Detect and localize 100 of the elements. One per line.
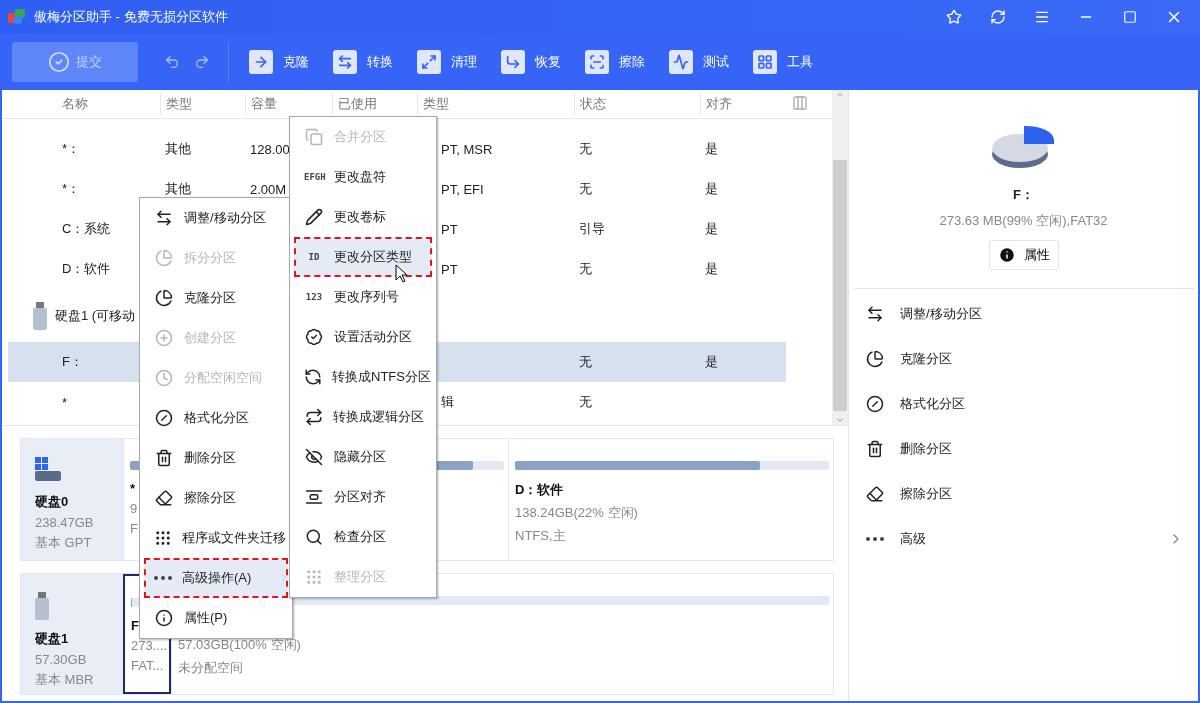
- column-header[interactable]: 容量: [245, 93, 332, 115]
- properties-button[interactable]: 属性: [988, 240, 1059, 270]
- copy-icon: [304, 128, 324, 146]
- menu-item[interactable]: 转换成NTFS分区: [294, 357, 432, 397]
- table-cell-text: 无: [578, 140, 593, 158]
- pie-icon: [154, 249, 174, 267]
- menu-item[interactable]: 检查分区: [294, 517, 432, 557]
- resize-icon: [866, 304, 884, 323]
- clock-icon: [154, 369, 174, 387]
- align-icon: [304, 488, 324, 506]
- menu-item[interactable]: 克隆分区: [144, 278, 288, 318]
- dots-grid-icon: [304, 568, 324, 586]
- trash-icon: [154, 449, 174, 467]
- action-item[interactable]: 格式化分区: [849, 381, 1198, 426]
- expand-icon: [417, 50, 441, 74]
- action-item[interactable]: 高级: [849, 516, 1198, 561]
- table-cell-text: 无: [578, 180, 593, 198]
- dots-grid-icon: [154, 529, 172, 547]
- disk-style: 基本 GPT: [35, 534, 93, 552]
- info-icon: [154, 609, 174, 627]
- action-item[interactable]: 擦除分区: [849, 471, 1198, 516]
- menu-icon-text: EFGH: [304, 171, 324, 183]
- toolbar-button[interactable]: 清理: [411, 42, 489, 82]
- disk-drive-icon: [35, 457, 61, 483]
- table-cell-text: D：软件: [61, 260, 112, 278]
- resize-icon: [154, 209, 174, 227]
- menu-item[interactable]: 转换成逻辑分区: [294, 397, 432, 437]
- menu-icon-text: ID: [307, 251, 321, 263]
- toolbar-button[interactable]: 工具: [747, 42, 825, 82]
- partition-block[interactable]: D：软件 138.24GB(22% 空闲) NTFS,主: [508, 439, 833, 560]
- menu-item[interactable]: 调整/移动分区: [144, 198, 288, 238]
- table-cell-text: 引导: [578, 220, 606, 238]
- disk-size: 57.30GB: [35, 652, 88, 667]
- scroll-up-icon[interactable]: [835, 90, 845, 100]
- partition-type: FAT...: [131, 658, 165, 673]
- partition-name: *: [130, 481, 137, 496]
- column-header[interactable]: 类型: [417, 93, 574, 115]
- partition-size: 9: [130, 501, 139, 516]
- table-cell-text: *：: [61, 180, 82, 198]
- action-item[interactable]: 删除分区: [849, 426, 1198, 471]
- usb-drive-icon: [33, 301, 47, 330]
- action-item[interactable]: 调整/移动分区: [849, 291, 1198, 336]
- trash-icon: [866, 439, 884, 458]
- table-cell-text: 其他: [164, 180, 192, 198]
- blocked-icon: [154, 409, 174, 427]
- mouse-cursor-icon: [395, 264, 408, 283]
- menu-item[interactable]: 分区对齐: [294, 477, 432, 517]
- more-icon: [154, 576, 172, 580]
- action-item[interactable]: 克隆分区: [849, 336, 1198, 381]
- scroll-down-icon[interactable]: [835, 415, 845, 425]
- search-icon: [304, 528, 324, 546]
- disk-size: 238.47GB: [35, 515, 95, 530]
- repeat-icon: [304, 408, 323, 426]
- menu-item[interactable]: 格式化分区: [144, 398, 288, 438]
- column-header[interactable]: 已使用: [332, 93, 417, 115]
- disk-name: 硬盘1: [35, 630, 70, 648]
- column-header[interactable]: 状态: [574, 93, 700, 115]
- table-cell-text: 是: [704, 180, 719, 198]
- column-header[interactable]: 对齐: [700, 93, 792, 115]
- column-header[interactable]: 类型: [160, 93, 245, 115]
- table-cell-text: PT: [440, 221, 459, 237]
- menu-item[interactable]: 隐藏分区: [294, 437, 432, 477]
- table-cell-text: 无: [578, 260, 593, 278]
- badge-check-icon: [304, 328, 324, 346]
- menu-item[interactable]: 删除分区: [144, 438, 288, 478]
- table-cell-text: 辑: [440, 393, 455, 411]
- check-circle-icon: [48, 51, 70, 73]
- pie-icon: [866, 349, 884, 368]
- pulse-icon: [669, 50, 693, 74]
- table-cell-text: C：系统: [61, 220, 112, 238]
- toolbar-button[interactable]: 擦除: [579, 42, 657, 82]
- menu-item[interactable]: EFGH 更改盘符: [294, 157, 432, 197]
- pie-icon: [154, 289, 174, 307]
- partition-name: D：软件: [515, 481, 565, 499]
- column-header[interactable]: 名称: [57, 93, 160, 115]
- scrollbar[interactable]: [832, 90, 848, 425]
- menu-item[interactable]: 高级操作(A): [144, 558, 288, 598]
- toolbar-button[interactable]: 测试: [663, 42, 741, 82]
- partition-size: 273....: [131, 638, 165, 653]
- partition-info: 273.63 MB(99% 空闲),FAT32: [939, 212, 1108, 230]
- toolbar-button[interactable]: 转换: [327, 42, 405, 82]
- menu-icon-text: 123: [304, 291, 324, 303]
- convert-icon: [304, 368, 322, 386]
- blocked-icon: [866, 394, 884, 413]
- table-cell-text: 其他: [164, 140, 192, 158]
- app-logo-icon: [8, 9, 26, 25]
- menu-item[interactable]: 123 更改序列号: [294, 277, 432, 317]
- menu-item[interactable]: 擦除分区: [144, 478, 288, 518]
- menu-item[interactable]: ID 更改分区类型: [294, 237, 432, 277]
- toolbar-button[interactable]: 克隆: [243, 42, 321, 82]
- menu-item[interactable]: 更改卷标: [294, 197, 432, 237]
- more-icon: [866, 536, 884, 541]
- toolbar-button[interactable]: 恢复: [495, 42, 573, 82]
- partition-name: F：: [1013, 186, 1034, 204]
- table-cell: 硬盘1 (可移动: [55, 306, 136, 325]
- menu-item[interactable]: 程序或文件夹迁移: [144, 518, 288, 558]
- table-cell-text: PT: [440, 261, 459, 277]
- menu-item[interactable]: 设置活动分区: [294, 317, 432, 357]
- eraser-icon: [154, 489, 174, 507]
- table-cell-text: 是: [704, 353, 719, 371]
